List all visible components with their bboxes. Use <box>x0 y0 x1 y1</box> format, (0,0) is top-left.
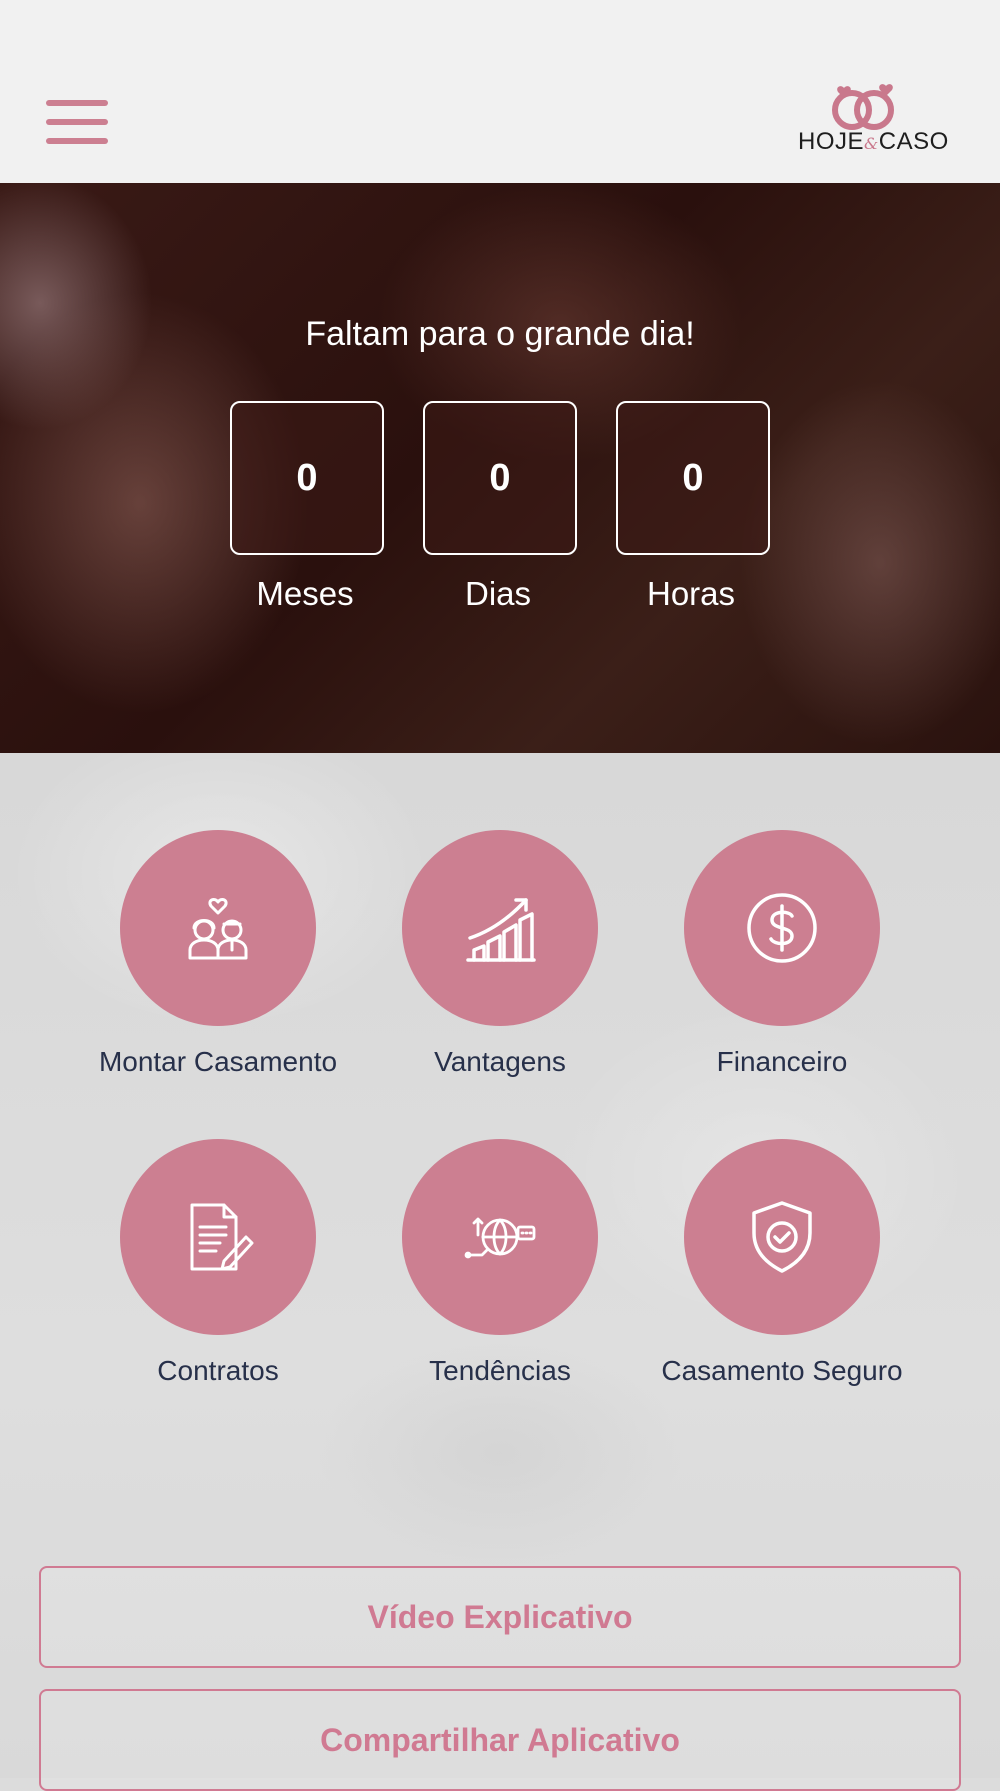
countdown-title: Faltam para o grande dia! <box>305 315 695 353</box>
countdown-days-label: Dias <box>464 575 532 612</box>
countdown-hero: Faltam para o grande dia! 0 Meses 0 Dias… <box>0 183 1000 753</box>
globe-trends-icon <box>464 1217 536 1259</box>
menu-item-label: Tendências <box>429 1355 571 1386</box>
hamburger-menu-icon[interactable] <box>46 100 108 144</box>
countdown-months-value: 0 <box>296 456 318 499</box>
countdown-hours-box: 0 <box>616 401 770 555</box>
app-logo[interactable]: HOJE&CASO <box>790 82 950 162</box>
menu-item-casamento-seguro[interactable]: Casamento Seguro <box>632 1139 932 1409</box>
video-explicativo-button[interactable]: Vídeo Explicativo <box>39 1566 961 1668</box>
video-explicativo-button-label: Vídeo Explicativo <box>367 1598 633 1635</box>
countdown-days-value: 0 <box>489 456 511 499</box>
couple-icon <box>188 897 248 960</box>
contract-icon <box>190 1203 254 1271</box>
logo-wordmark: HOJE&CASO <box>798 128 949 155</box>
countdown-hours-value: 0 <box>682 456 704 499</box>
menu-item-label: Casamento Seguro <box>661 1355 903 1386</box>
countdown-days-box: 0 <box>423 401 577 555</box>
countdown-hours-label: Horas <box>646 575 736 612</box>
menu-item-circle <box>120 830 316 1026</box>
rings-hearts-icon <box>832 84 894 130</box>
shield-check-icon <box>752 1201 812 1273</box>
app-header: HOJE&CASO <box>0 0 1000 183</box>
menu-item-label: Contratos <box>157 1355 279 1386</box>
dollar-icon <box>747 893 817 963</box>
menu-item-circle <box>684 830 880 1026</box>
menu-item-montar-casamento[interactable]: Montar Casamento <box>68 830 368 1100</box>
compartilhar-aplicativo-button[interactable]: Compartilhar Aplicativo <box>39 1689 961 1791</box>
menu-item-tendencias[interactable]: Tendências <box>350 1139 650 1409</box>
menu-item-label: Financeiro <box>716 1046 848 1077</box>
menu-item-circle <box>402 830 598 1026</box>
menu-item-vantagens[interactable]: Vantagens <box>350 830 650 1100</box>
main-menu: Montar Casamento Vantagens Financeiro Co… <box>0 753 1000 1791</box>
menu-item-financeiro[interactable]: Financeiro <box>632 830 932 1100</box>
menu-item-label: Vantagens <box>434 1046 566 1077</box>
growth-chart-icon <box>466 898 536 962</box>
menu-item-contratos[interactable]: Contratos <box>68 1139 368 1409</box>
menu-item-label: Montar Casamento <box>98 1046 338 1077</box>
countdown-months-box: 0 <box>230 401 384 555</box>
menu-item-circle <box>120 1139 316 1335</box>
compartilhar-aplicativo-button-label: Compartilhar Aplicativo <box>320 1721 680 1758</box>
menu-item-circle <box>402 1139 598 1335</box>
menu-item-circle <box>684 1139 880 1335</box>
countdown-months-label: Meses <box>256 575 354 612</box>
